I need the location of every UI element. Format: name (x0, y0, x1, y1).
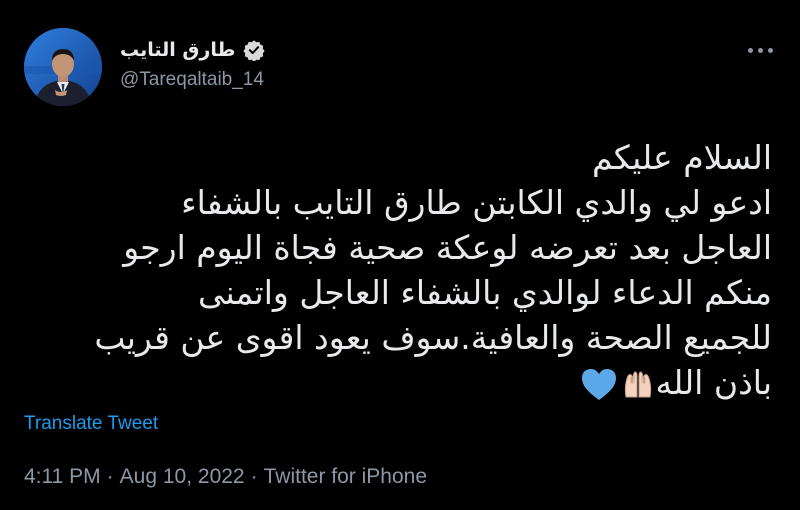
avatar-image (24, 28, 102, 106)
tweet-card: طارق التايب @Tareqaltaib_14 السلام عليكم… (0, 0, 800, 510)
tweet-date[interactable]: Aug 10, 2022 (120, 465, 245, 488)
author-name-row: طارق التايب (120, 36, 265, 64)
tweet-line: للجميع الصحة والعافية.سوف يعود اقوى عن ق… (94, 318, 772, 357)
tweet-source[interactable]: Twitter for iPhone (264, 465, 427, 488)
tweet-line: ادعو لي والدي الكابتن طارق التايب بالشفا… (181, 183, 772, 222)
tweet-line: منكم الدعاء لوالدي بالشفاء العاجل واتمنى (198, 273, 772, 312)
verified-badge-icon (243, 39, 265, 62)
more-dot (747, 47, 753, 53)
more-dot (767, 47, 773, 53)
tweet-line: باذن الله (655, 363, 773, 402)
author-handle[interactable]: @Tareqaltaib_14 (120, 66, 264, 94)
avatar[interactable] (24, 28, 102, 106)
tweet-text: السلام عليكم ادعو لي والدي الكابتن طارق … (12, 135, 772, 405)
meta-separator: · (250, 465, 258, 488)
more-dot (757, 47, 763, 53)
more-options-icon[interactable] (740, 36, 780, 64)
tweet-time[interactable]: 4:11 PM (24, 465, 101, 488)
raised-hands-icon (620, 367, 656, 403)
author-display-name[interactable]: طارق التايب (120, 36, 235, 64)
blue-heart-icon (580, 367, 618, 403)
tweet-line-last: باذن الله (12, 360, 772, 405)
tweet-meta: 4:11 PM · Aug 10, 2022 · Twitter for iPhone (24, 463, 427, 491)
tweet-line: السلام عليكم (591, 138, 772, 177)
translate-tweet-link[interactable]: Translate Tweet (24, 410, 158, 438)
meta-separator: · (106, 465, 114, 488)
tweet-line: العاجل بعد تعرضه لوعكة صحية فجاة اليوم ا… (123, 228, 772, 267)
